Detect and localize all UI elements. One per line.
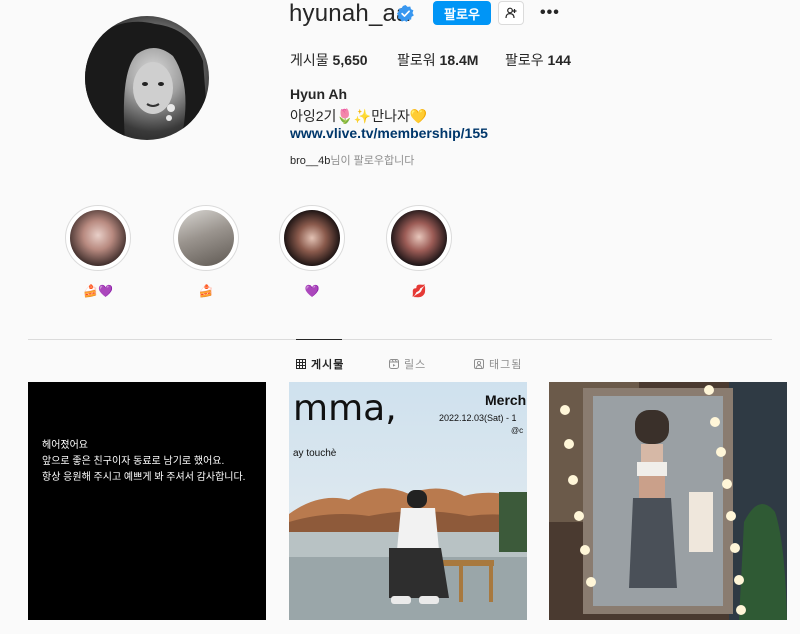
profile-avatar[interactable] [85,16,209,140]
post-1-line-3: 항상 응원해 주시고 예쁘게 봐 주셔서 감사합니다. [42,472,246,483]
grid-icon [296,359,306,369]
story-highlight-2[interactable] [173,205,239,271]
posts-label: 게시물 [290,52,329,68]
followed-by-user[interactable]: bro__4b [290,155,330,167]
section-divider [28,339,772,340]
posts-value: 5,650 [332,52,368,68]
active-tab-indicator [296,339,342,340]
post-2-title: mma, [293,388,397,429]
followers-label: 팔로워 [397,52,436,68]
post-2-merch: Merch [485,392,527,408]
tab-posts[interactable]: 게시물 [296,356,344,372]
follow-button[interactable]: 팔로우 [433,1,491,25]
post-2-subtitle: ay touchè [293,448,337,459]
tab-reels[interactable]: 릴스 [389,356,426,372]
following-value: 144 [547,52,571,68]
profile-bio: 아잉2기🌷✨만나자💛 [290,108,428,124]
tab-posts-label: 게시물 [311,359,345,371]
tab-reels-label: 릴스 [404,359,427,371]
profile-username: hyunah_aa [289,0,410,27]
story-highlight-1-label: 🍰💜 [83,284,113,298]
tag-icon [474,359,484,369]
suggested-accounts-button[interactable] [498,1,524,25]
followed-by-suffix: 님이 팔로우합니다 [330,155,415,167]
story-highlight-3-label: 💜 [304,284,320,298]
story-highlight-4[interactable] [386,205,452,271]
post-3-image [549,382,787,620]
verified-badge-icon [397,5,414,22]
post-1-line-1: 헤어졌어요 [42,440,88,451]
profile-full-name: Hyun Ah [290,86,348,102]
posts-count: 게시물 5,650 [290,50,368,70]
following-count[interactable]: 팔로우 144 [505,50,571,70]
tab-tagged[interactable]: 태그됨 [474,356,522,372]
story-highlight-2-label: 🍰 [198,284,214,298]
post-2-handle: @c [511,426,524,435]
post-2-date: 2022.12.03(Sat) - 1 [439,413,517,423]
story-highlight-1[interactable] [65,205,131,271]
post-1-line-2: 앞으로 좋은 친구이자 동료로 남기로 했어요. [42,456,225,467]
post-tile-2[interactable]: mma, Merch 2022.12.03(Sat) - 1 @c ay tou… [289,382,527,620]
reels-icon [389,359,399,369]
more-options-button[interactable]: ••• [540,4,560,22]
followers-count[interactable]: 팔로워 18.4M [397,50,478,70]
post-tile-1[interactable]: 헤어졌어요 앞으로 좋은 친구이자 동료로 남기로 했어요. 항상 응원해 주시… [28,382,266,620]
post-tile-3[interactable] [549,382,787,620]
followers-value: 18.4M [439,52,479,68]
story-highlight-3[interactable] [279,205,345,271]
story-highlight-4-label: 💋 [411,284,427,298]
following-label: 팔로우 [505,52,544,68]
tab-tagged-label: 태그됨 [489,359,523,371]
post-1-caption: 헤어졌어요 앞으로 좋은 친구이자 동료로 남기로 했어요. 항상 응원해 주시… [42,438,245,486]
profile-link[interactable]: www.vlive.tv/membership/155 [290,125,488,141]
followed-by-text[interactable]: bro__4b님이 팔로우합니다 [290,152,414,168]
add-person-icon [505,7,517,19]
